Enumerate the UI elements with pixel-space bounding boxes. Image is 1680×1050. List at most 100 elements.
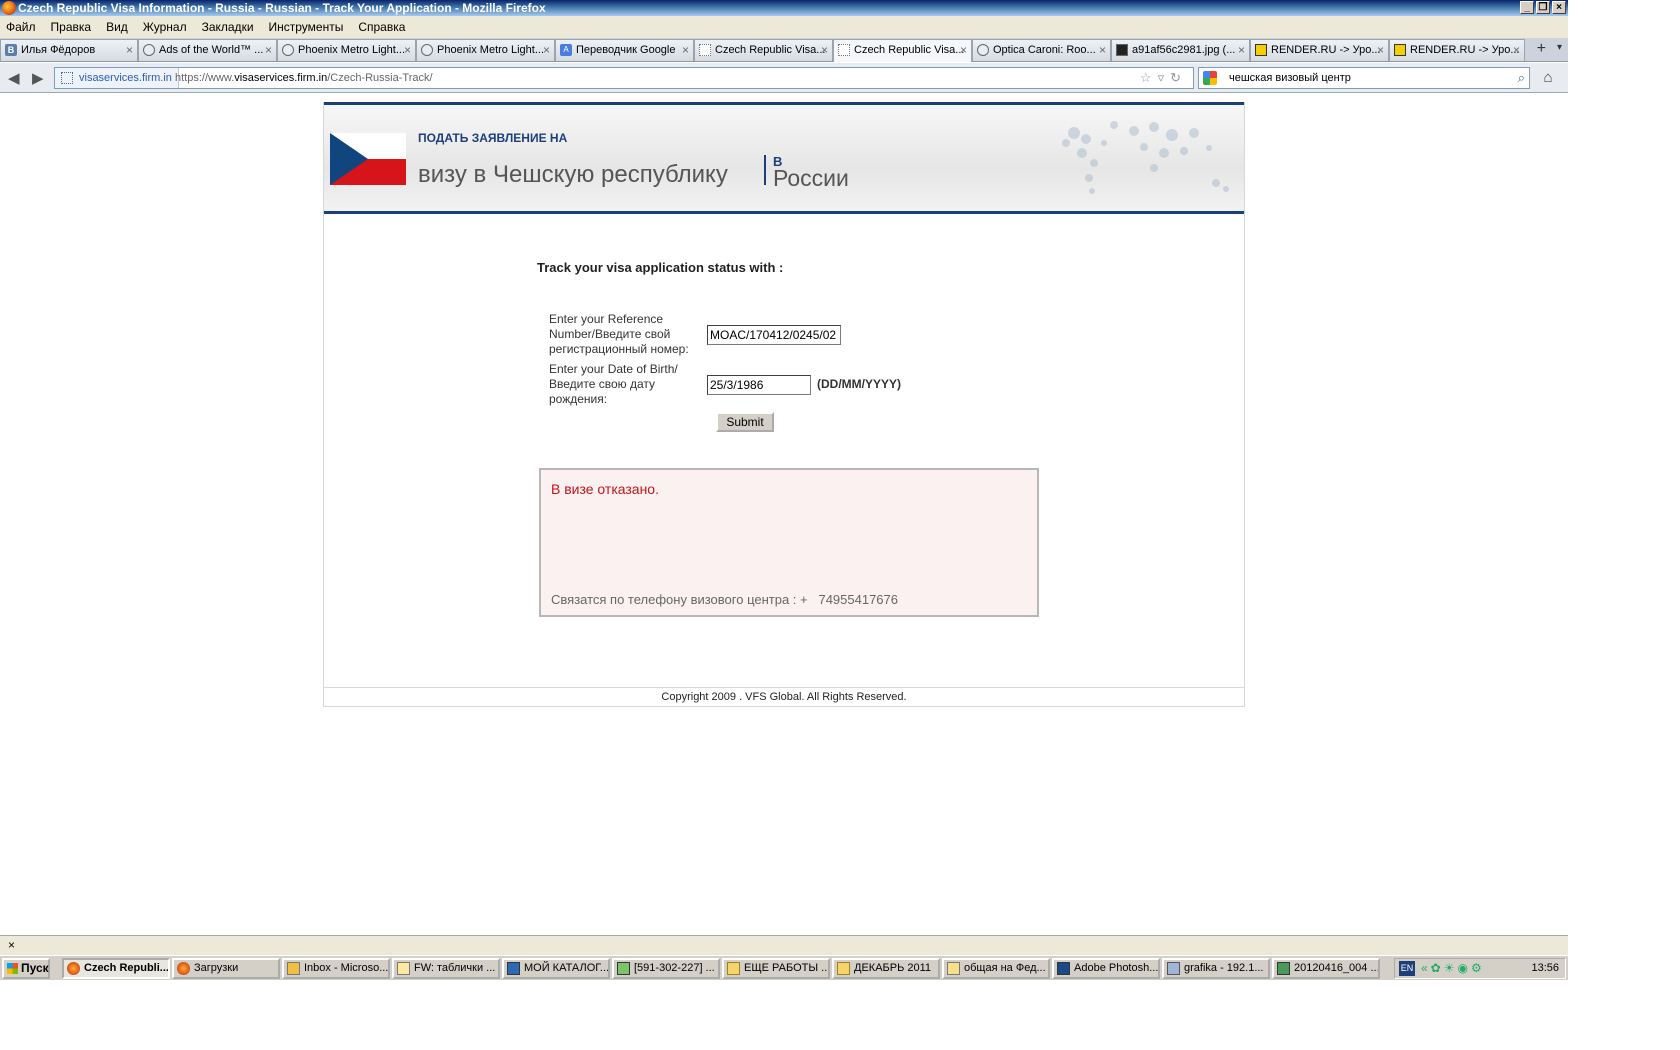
reference-number-input[interactable] (707, 325, 841, 345)
taskbar-item[interactable]: grafika - 192.1... (1162, 958, 1270, 979)
tab[interactable]: В Илья Фёдоров × (0, 39, 138, 61)
tab[interactable]: a91af56c2981.jpg (... × (1111, 39, 1250, 61)
menu-help[interactable]: Справка (358, 20, 405, 34)
url-bar-icons: ☆▿↻ (1140, 68, 1187, 88)
tab-label: Илья Фёдоров (21, 44, 96, 56)
blank-page-icon (699, 44, 711, 56)
tab-close-icon[interactable]: × (543, 40, 550, 60)
window-title-bar: Czech Republic Visa Information - Russia… (0, 0, 1568, 16)
firefox-logo-icon (2, 1, 16, 15)
taskbar-item[interactable]: FW: таблички ... (392, 958, 500, 979)
search-input[interactable]: чешская визовый центр (1229, 72, 1351, 84)
contact-phone-text: Связатся по телефону визового центра : +… (551, 592, 898, 607)
window-controls: _ ❐ × (1520, 1, 1566, 14)
tab[interactable]: Czech Republic Visa... × (694, 39, 833, 61)
search-bar[interactable]: чешская визовый центр ⌕ (1198, 67, 1530, 89)
tab-close-icon[interactable]: × (1377, 40, 1384, 60)
tab-label: Phoenix Metro Light... (298, 44, 406, 56)
restore-button[interactable]: ❐ (1536, 1, 1550, 14)
document-icon (947, 962, 960, 975)
calendar-icon (287, 962, 300, 975)
dropdown-icon[interactable]: ▿ (1158, 70, 1171, 85)
tab-close-icon[interactable]: × (960, 40, 967, 60)
taskbar-item[interactable]: Adobe Photosh... (1052, 958, 1160, 979)
menu-bar: Файл Правка Вид Журнал Закладки Инструме… (0, 16, 1568, 38)
menu-history[interactable]: Журнал (143, 20, 187, 34)
tab-list-icon[interactable]: ▾ (1557, 42, 1562, 53)
window-title: Czech Republic Visa Information - Russia… (18, 1, 546, 15)
new-tab-icon[interactable]: + (1537, 40, 1546, 58)
taskbar-item[interactable]: ДЕКАБРЬ 2011 (832, 958, 940, 979)
close-addon-bar-icon[interactable]: × (8, 938, 15, 952)
date-of-birth-input[interactable] (707, 375, 811, 395)
mail-icon (397, 962, 410, 975)
submit-button[interactable]: Submit (716, 412, 774, 432)
tab-close-icon[interactable]: × (1513, 40, 1520, 60)
taskbar-item[interactable]: Czech Republi... (62, 958, 170, 979)
taskbar-item[interactable]: ЕЩЕ РАБОТЫ ... (722, 958, 830, 979)
globe-icon (421, 44, 433, 56)
url-bar[interactable]: visaservices.firm.in https://www.visaser… (54, 67, 1194, 89)
image-icon (1116, 44, 1128, 56)
tab[interactable]: Optica Caroni: Roo... × (972, 39, 1111, 61)
clock: 13:56 (1531, 962, 1559, 974)
search-icon[interactable]: ⌕ (1518, 68, 1525, 88)
site-identity[interactable]: visaservices.firm.in (55, 68, 179, 88)
tab[interactable]: RENDER.RU -> Уро... × (1389, 39, 1525, 61)
forward-arrow-icon[interactable]: ▶ (32, 69, 44, 87)
tab-close-icon[interactable]: × (682, 40, 689, 60)
tab-close-icon[interactable]: × (404, 40, 411, 60)
menu-view[interactable]: Вид (106, 20, 128, 34)
app-icon (507, 962, 520, 975)
tab-label: Phoenix Metro Light... (437, 44, 545, 56)
tab-active[interactable]: Czech Republic Visa... × (833, 39, 972, 62)
tab-close-icon[interactable]: × (265, 40, 272, 60)
menu-edit[interactable]: Правка (51, 20, 92, 34)
menu-bookmarks[interactable]: Закладки (202, 20, 254, 34)
tab-close-icon[interactable]: × (1238, 40, 1245, 60)
translate-icon: A (560, 44, 572, 56)
copyright-footer: Copyright 2009 . VFS Global. All Rights … (324, 687, 1244, 706)
tab-label: a91af56c2981.jpg (... (1132, 44, 1236, 56)
google-icon[interactable] (1203, 71, 1217, 85)
close-button[interactable]: × (1552, 1, 1566, 14)
windows-logo-icon (7, 963, 18, 974)
taskbar-item[interactable]: [591-302-227] ... (612, 958, 720, 979)
firefox-icon (177, 962, 190, 975)
tab[interactable]: RENDER.RU -> Уро... × (1250, 39, 1389, 61)
tray-icons[interactable]: «✿☀◉⚙ (1421, 959, 1485, 978)
taskbar-item[interactable]: Inbox - Microso... (282, 958, 390, 979)
visa-heading: визу в Чешскую республику (418, 161, 728, 188)
menu-file[interactable]: Файл (6, 20, 36, 34)
track-heading: Track your visa application status with … (537, 260, 784, 275)
tab[interactable]: A Переводчик Google × (555, 39, 694, 61)
bookmark-star-icon[interactable]: ☆ (1140, 70, 1158, 85)
tab[interactable]: Phoenix Metro Light... × (277, 39, 416, 61)
tab-label: RENDER.RU -> Уро... (1410, 44, 1520, 56)
page-content: ПОДАТЬ ЗАЯВЛЕНИЕ НА визу в Чешскую респу… (0, 94, 1568, 935)
site-identity-icon (61, 72, 73, 84)
tab-close-icon[interactable]: × (126, 40, 133, 60)
header-divider (764, 155, 766, 185)
start-button[interactable]: Пуск (2, 958, 50, 979)
chat-icon (617, 962, 630, 975)
tab-label: Переводчик Google (576, 44, 676, 56)
tab-close-icon[interactable]: × (821, 40, 828, 60)
language-indicator[interactable]: EN (1399, 961, 1415, 976)
visa-status-text: В визе отказано. (551, 481, 659, 497)
photoshop-icon (1057, 962, 1070, 975)
reload-icon[interactable]: ↻ (1170, 70, 1187, 85)
tab[interactable]: Phoenix Metro Light... × (416, 39, 555, 61)
taskbar-item[interactable]: Загрузки (172, 958, 280, 979)
taskbar-item[interactable]: общая на Фед... (942, 958, 1050, 979)
taskbar-item[interactable]: МОЙ КАТАЛОГ... (502, 958, 610, 979)
tab-close-icon[interactable]: × (1099, 40, 1106, 60)
taskbar-item[interactable]: 20120416_004 ... (1272, 958, 1380, 979)
home-icon[interactable]: ⌂ (1538, 69, 1558, 87)
tab-bar: В Илья Фёдоров × Ads of the World™ ... × Ph… (0, 38, 1568, 62)
back-arrow-icon[interactable]: ◀ (8, 69, 20, 87)
tab[interactable]: Ads of the World™ ... × (138, 39, 277, 61)
menu-tools[interactable]: Инструменты (269, 20, 344, 34)
taskbar: Пуск Czech Republi... Загрузки Inbox - M… (0, 955, 1568, 980)
minimize-button[interactable]: _ (1520, 1, 1534, 14)
